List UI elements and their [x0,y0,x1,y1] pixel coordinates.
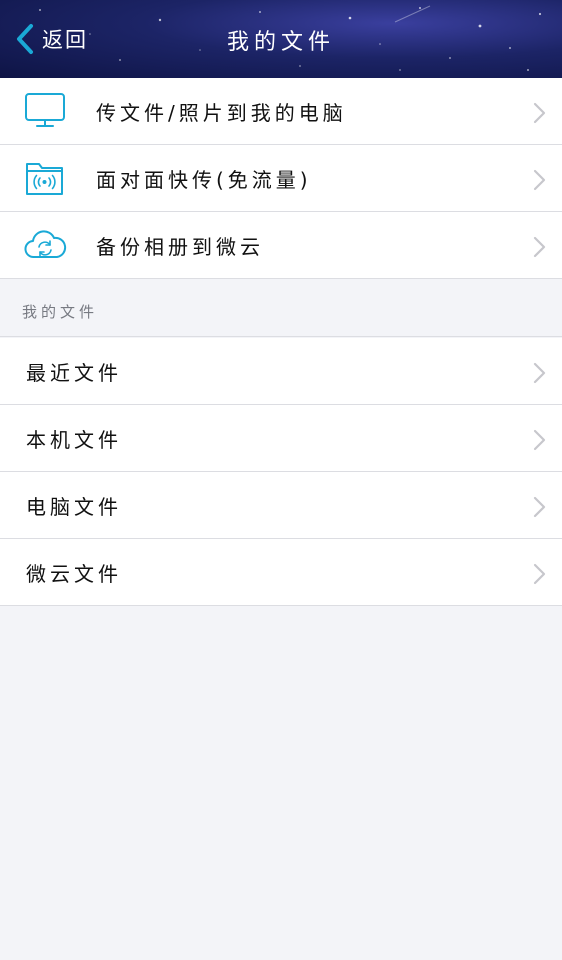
chevron-right-icon [533,429,546,451]
page-title: 我的文件 [226,30,335,55]
row-label: 最近文件 [26,360,122,385]
cloud-sync-icon [24,230,67,258]
chevron-right-icon [533,563,546,585]
face-to-face-transfer-icon [26,163,63,195]
transfer-group: 传文件/照片到我的电脑 面对面快传(免流量) 备份相册到微云 [0,78,562,279]
chevron-right-icon [533,496,546,518]
chevron-right-icon [533,236,546,258]
chevron-right-icon [533,362,546,384]
row-backup-album[interactable]: 备份相册到微云 [0,212,562,279]
section-header: 我的文件 [0,279,562,337]
row-weiyun-files[interactable]: 微云文件 [0,539,562,606]
section-title: 我的文件 [22,303,99,321]
row-label: 备份相册到微云 [96,234,264,259]
chevron-right-icon [533,169,546,191]
row-label: 本机文件 [26,427,122,452]
row-label: 微云文件 [26,561,122,586]
row-local-files[interactable]: 本机文件 [0,405,562,472]
row-transfer-to-computer[interactable]: 传文件/照片到我的电脑 [0,78,562,145]
row-label: 面对面快传(免流量) [96,167,312,192]
row-computer-files[interactable]: 电脑文件 [0,472,562,539]
row-face-to-face-transfer[interactable]: 面对面快传(免流量) [0,145,562,212]
navigation-bar: 返回 我的文件 [0,0,562,78]
chevron-right-icon [533,102,546,124]
row-label: 电脑文件 [26,494,122,519]
row-recent-files[interactable]: 最近文件 [0,338,562,405]
my-files-group: 最近文件 本机文件 电脑文件 微云文件 [0,338,562,606]
computer-icon [25,93,65,127]
row-label: 传文件/照片到我的电脑 [96,100,347,125]
